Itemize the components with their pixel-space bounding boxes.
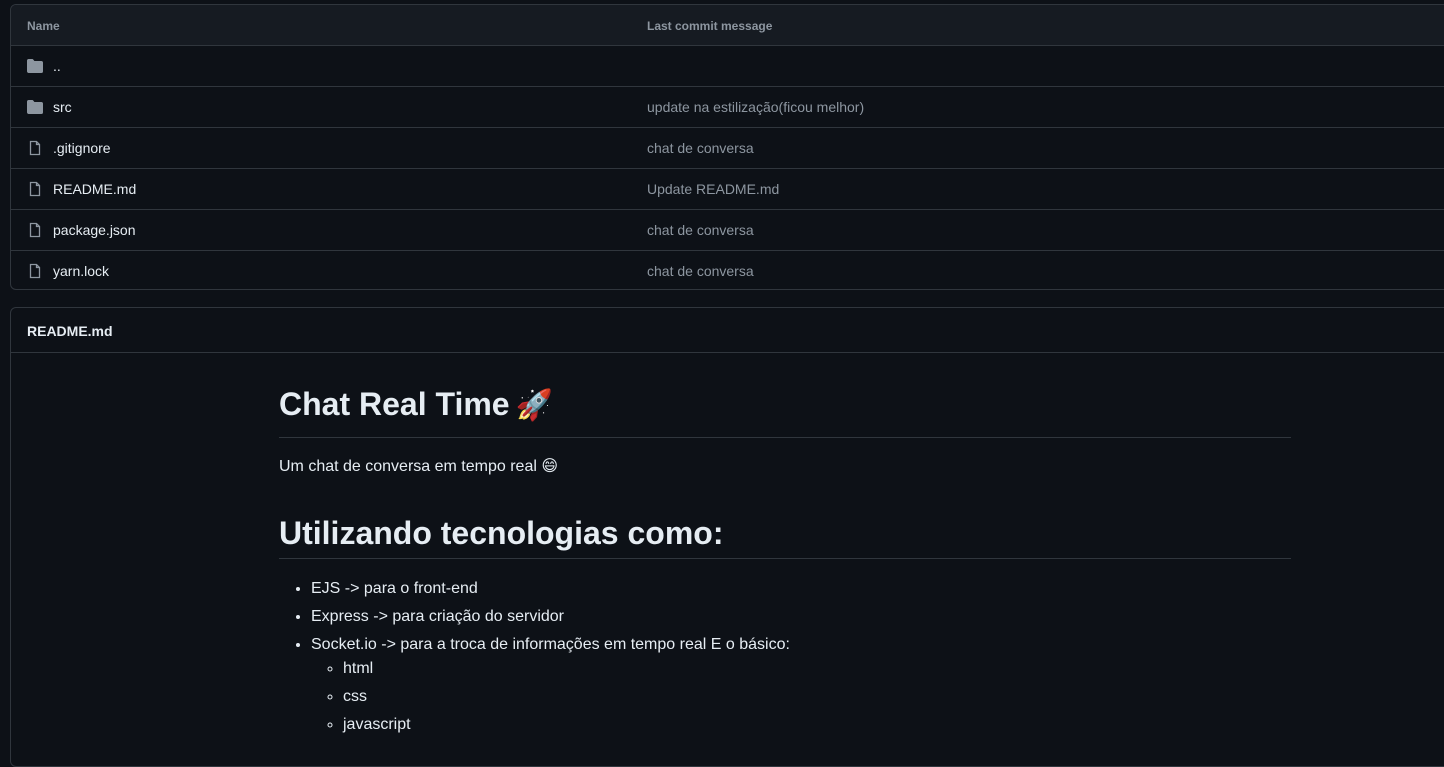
smile-icon: 😄 [541,458,559,475]
readme-description-text: Um chat de conversa em tempo real [279,458,537,475]
file-icon [29,222,41,238]
file-name[interactable]: yarn.lock [53,263,109,279]
file-name[interactable]: .. [53,58,61,74]
file-row-readme[interactable]: README.md Update README.md [11,169,1444,210]
list-item: javascript [343,713,1291,737]
file-row-yarn-lock[interactable]: yarn.lock chat de conversa [11,251,1444,289]
readme-panel: README.md Chat Real Time 🚀 Um chat de con… [10,307,1444,767]
file-name[interactable]: package.json [53,222,136,238]
list-item: html [343,657,1291,681]
file-icon [29,263,41,279]
file-row-package-json[interactable]: package.json chat de conversa [11,210,1444,251]
rocket-icon: 🚀 [515,389,553,422]
folder-icon [27,59,43,73]
list-item: EJS -> para o front-end [311,577,1291,601]
commit-message[interactable]: chat de conversa [647,140,754,156]
column-header-name: Name [27,19,60,33]
readme-title-link[interactable]: README.md [27,323,113,339]
readme-subheading: Utilizando tecnologias como: [279,515,1291,559]
readme-heading: Chat Real Time 🚀 [279,386,1291,438]
readme-header: README.md [11,308,1444,353]
readme-heading-text: Chat Real Time [279,386,510,422]
basic-tech-list: html css javascript [311,657,1291,737]
list-item: css [343,685,1291,709]
file-icon [29,181,41,197]
readme-content: Chat Real Time 🚀 Um chat de conversa em t… [279,353,1291,741]
file-row-gitignore[interactable]: .gitignore chat de conversa [11,128,1444,169]
folder-icon [27,100,43,114]
commit-message[interactable]: chat de conversa [647,263,754,279]
file-icon [29,140,41,156]
file-row-parent[interactable]: .. [11,46,1444,87]
file-row-src[interactable]: src update na estilização(ficou melhor) [11,87,1444,128]
file-list-header: Name Last commit message [11,5,1444,46]
commit-message[interactable]: Update README.md [647,181,779,197]
file-name[interactable]: README.md [53,181,136,197]
readme-description: Um chat de conversa em tempo real 😄 [279,456,1291,478]
file-name[interactable]: src [53,99,72,115]
column-header-commit-message: Last commit message [647,19,773,33]
list-item: Express -> para criação do servidor [311,605,1291,629]
tech-list: EJS -> para o front-end Express -> para … [279,577,1291,737]
commit-message[interactable]: update na estilização(ficou melhor) [647,99,864,115]
file-list: Name Last commit message .. src update n… [10,4,1444,290]
list-item: Socket.io -> para a troca de informações… [311,633,1291,737]
file-name[interactable]: .gitignore [53,140,111,156]
commit-message[interactable]: chat de conversa [647,222,754,238]
list-item-text: Socket.io -> para a troca de informações… [311,636,790,653]
